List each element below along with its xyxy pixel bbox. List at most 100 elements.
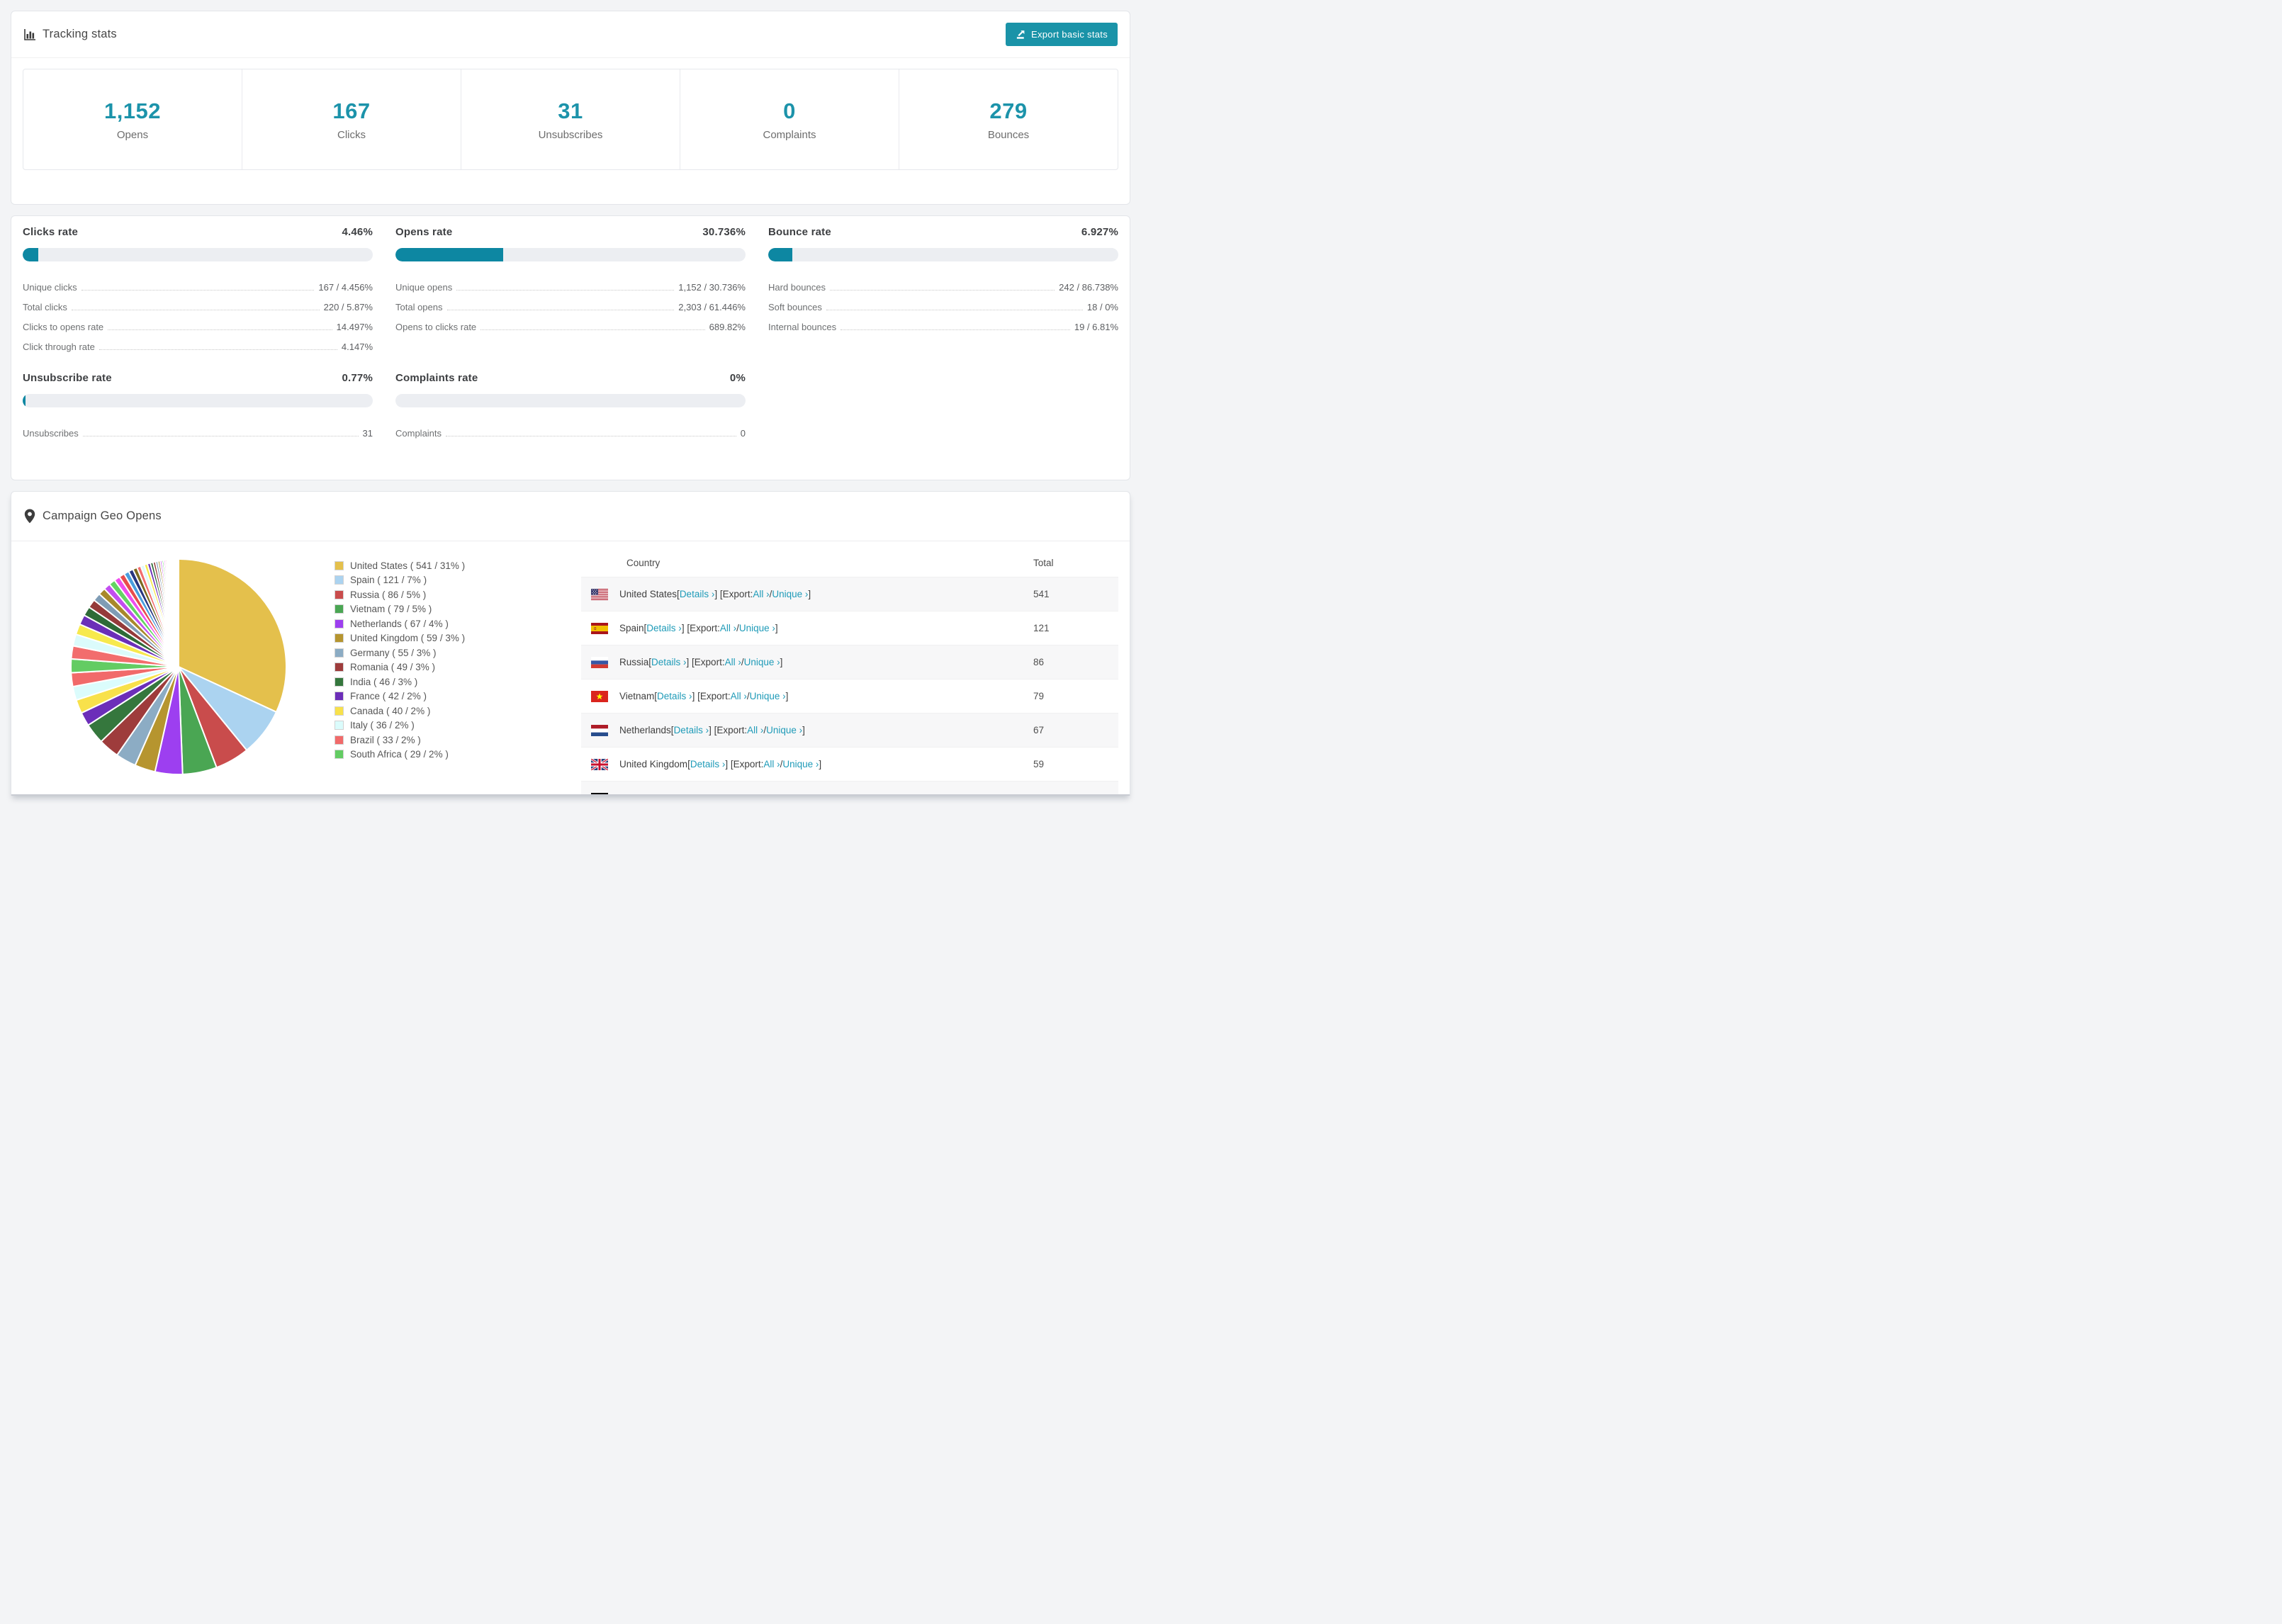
country-cell: Spain [Details ›] [Export: All › / Uniqu… bbox=[581, 622, 1033, 634]
legend-label: South Africa ( 29 / 2% ) bbox=[350, 749, 449, 760]
stat-row: Hard bounces 242 / 86.738% bbox=[768, 274, 1118, 294]
rate-head: Bounce rate 6.927% bbox=[768, 226, 1118, 238]
dotted-leader bbox=[480, 329, 705, 330]
legend-item[interactable]: Canada ( 40 / 2% ) bbox=[335, 704, 581, 718]
export-all-link[interactable]: All › bbox=[747, 725, 763, 735]
legend-item[interactable]: Spain ( 121 / 7% ) bbox=[335, 573, 581, 588]
details-link[interactable]: Details › bbox=[674, 725, 709, 735]
export-unique-link[interactable]: Unique › bbox=[766, 725, 802, 735]
stat-row: Clicks to opens rate 14.497% bbox=[23, 314, 373, 334]
legend-swatch bbox=[335, 662, 344, 672]
legend-item[interactable]: Russia ( 86 / 5% ) bbox=[335, 587, 581, 602]
details-link[interactable]: Details › bbox=[646, 623, 682, 633]
progress-bar bbox=[395, 394, 746, 407]
total-cell: 121 bbox=[1033, 623, 1050, 633]
legend-item[interactable]: Brazil ( 33 / 2% ) bbox=[335, 733, 581, 748]
progress-fill bbox=[768, 248, 793, 261]
progress-bar bbox=[768, 248, 1118, 261]
legend-item[interactable]: United Kingdom ( 59 / 3% ) bbox=[335, 631, 581, 646]
rate-block: Bounce rate 6.927% Hard bounces 242 / 86.73… bbox=[768, 226, 1118, 354]
legend-label: India ( 46 / 3% ) bbox=[350, 676, 418, 687]
legend-swatch bbox=[335, 692, 344, 701]
legend-swatch bbox=[335, 677, 344, 687]
export-basic-stats-button[interactable]: Export basic stats bbox=[1006, 23, 1118, 46]
export-unique-link[interactable]: Unique › bbox=[754, 793, 790, 794]
stat-card: 279 Bounces bbox=[899, 69, 1118, 169]
stat-row: Unique clicks 167 / 4.456% bbox=[23, 274, 373, 294]
stat-row-value: 220 / 5.87% bbox=[323, 302, 373, 312]
export-all-link[interactable]: All › bbox=[725, 657, 741, 667]
stat-row-label: Click through rate bbox=[23, 342, 95, 352]
total-cell: 67 bbox=[1033, 725, 1045, 735]
stat-row-label: Opens to clicks rate bbox=[395, 322, 477, 332]
details-link[interactable]: Details › bbox=[680, 589, 715, 599]
rates-grid: Clicks rate 4.46% Unique clicks 167 / 4.456… bbox=[23, 226, 1118, 440]
rate-title: Clicks rate bbox=[23, 226, 79, 238]
stat-row: Total clicks 220 / 5.87% bbox=[23, 294, 373, 314]
country-cell: Vietnam [Details ›] [Export: All › / Uni… bbox=[581, 690, 1033, 702]
rate-head: Unsubscribe rate 0.77% bbox=[23, 372, 373, 384]
legend-item[interactable]: United States ( 541 / 31% ) bbox=[335, 558, 581, 573]
table-header-country: Country bbox=[626, 557, 661, 568]
page: { "accent": "#1c93aa", "tracking": { "ti… bbox=[0, 11, 1141, 823]
country-cell: United States [Details ›] [Export: All ›… bbox=[581, 588, 1033, 600]
export-all-link[interactable]: All › bbox=[763, 759, 780, 769]
stat-card: 0 Complaints bbox=[680, 69, 899, 169]
export-all-link[interactable]: All › bbox=[735, 793, 751, 794]
rate-block: Clicks rate 4.46% Unique clicks 167 / 4.456… bbox=[23, 226, 373, 354]
export-unique-link[interactable]: Unique › bbox=[750, 691, 786, 701]
legend-swatch bbox=[335, 619, 344, 628]
export-unique-link[interactable]: Unique › bbox=[739, 623, 775, 633]
country-name: Germany bbox=[619, 793, 659, 794]
table-row: Netherlands [Details ›] [Export: All › /… bbox=[581, 713, 1118, 747]
export-unique-link[interactable]: Unique › bbox=[744, 657, 780, 667]
table-row: Russia [Details ›] [Export: All › / Uniq… bbox=[581, 645, 1118, 679]
stat-row-label: Unique clicks bbox=[23, 282, 77, 293]
table-row: United States [Details ›] [Export: All ›… bbox=[581, 577, 1118, 611]
tracking-stats-title: Tracking stats bbox=[23, 28, 117, 41]
geo-body: United States ( 541 / 31% ) Spain ( 121 /… bbox=[11, 541, 1130, 794]
legend-swatch bbox=[335, 560, 344, 570]
export-icon bbox=[1016, 29, 1026, 40]
country-flag-nl bbox=[591, 724, 608, 736]
rate-head: Complaints rate 0% bbox=[395, 372, 746, 384]
stat-label: Bounces bbox=[987, 128, 1030, 141]
export-unique-link[interactable]: Unique › bbox=[772, 589, 808, 599]
export-all-link[interactable]: All › bbox=[753, 589, 769, 599]
legend-item[interactable]: Romania ( 49 / 3% ) bbox=[335, 660, 581, 675]
export-all-link[interactable]: All › bbox=[720, 623, 736, 633]
rate-value: 30.736% bbox=[702, 226, 746, 238]
country-flag-vn bbox=[591, 690, 608, 702]
progress-fill bbox=[23, 394, 26, 407]
stat-value: 31 bbox=[558, 98, 583, 123]
export-unique-link[interactable]: Unique › bbox=[782, 759, 819, 769]
country-flag-ru bbox=[591, 656, 608, 668]
legend-item[interactable]: South Africa ( 29 / 2% ) bbox=[335, 748, 581, 762]
total-cell: 86 bbox=[1033, 657, 1045, 667]
tracking-stats-card: Tracking stats Export basic stats 1,152 O… bbox=[11, 11, 1130, 205]
total-cell: 59 bbox=[1033, 759, 1045, 769]
stat-value: 279 bbox=[989, 98, 1028, 123]
export-all-link[interactable]: All › bbox=[731, 691, 747, 701]
legend-item[interactable]: Italy ( 36 / 2% ) bbox=[335, 718, 581, 733]
details-link[interactable]: Details › bbox=[690, 759, 726, 769]
details-link[interactable]: Details › bbox=[651, 657, 687, 667]
legend-item[interactable]: Vietnam ( 79 / 5% ) bbox=[335, 602, 581, 617]
legend-item[interactable]: Netherlands ( 67 / 4% ) bbox=[335, 616, 581, 631]
details-link[interactable]: Details › bbox=[661, 793, 697, 794]
legend-item[interactable]: India ( 46 / 3% ) bbox=[335, 675, 581, 689]
progress-bar bbox=[23, 394, 373, 407]
stat-card: 167 Clicks bbox=[242, 69, 461, 169]
rate-title: Complaints rate bbox=[395, 372, 478, 384]
geo-table: Country Total United States [Details ›] … bbox=[581, 548, 1118, 794]
details-link[interactable]: Details › bbox=[657, 691, 692, 701]
legend-label: Brazil ( 33 / 2% ) bbox=[350, 734, 421, 745]
stat-row-value: 1,152 / 30.736% bbox=[678, 282, 746, 293]
table-row: Germany [Details ›] [Export: All › / Uni… bbox=[581, 781, 1118, 794]
legend-swatch bbox=[335, 604, 344, 614]
legend-swatch bbox=[335, 721, 344, 731]
legend-item[interactable]: France ( 42 / 2% ) bbox=[335, 689, 581, 704]
legend-item[interactable]: Germany ( 55 / 3% ) bbox=[335, 645, 581, 660]
country-cell: Russia [Details ›] [Export: All › / Uniq… bbox=[581, 656, 1033, 668]
stat-row-value: 167 / 4.456% bbox=[318, 282, 373, 293]
